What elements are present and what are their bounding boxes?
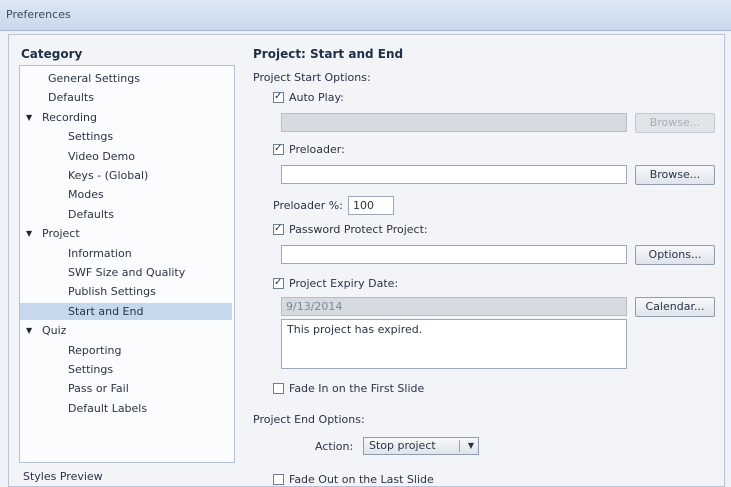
tree-item-label: Pass or Fail xyxy=(68,382,129,396)
preloader-field[interactable] xyxy=(281,165,627,184)
fade-in-label: Fade In on the First Slide xyxy=(289,381,425,395)
end-options-heading: Project End Options: xyxy=(253,413,365,426)
password-checkbox[interactable] xyxy=(273,223,284,235)
password-label: Password Protect Project: xyxy=(289,222,428,236)
fade-out-checkbox[interactable] xyxy=(273,473,284,485)
tree-item[interactable]: Video Demo xyxy=(20,148,232,165)
tree-item[interactable]: Defaults xyxy=(20,206,232,223)
expiry-date-field[interactable] xyxy=(281,297,627,316)
password-option[interactable]: Password Protect Project: xyxy=(273,221,428,237)
tree-item-label: Recording xyxy=(42,110,98,124)
auto-play-option[interactable]: Auto Play: xyxy=(273,89,344,105)
tree-item-label: Quiz xyxy=(42,324,67,338)
tree-item[interactable]: Information xyxy=(20,245,232,262)
preloader-checkbox[interactable] xyxy=(273,143,284,155)
tree-item[interactable]: ▼ Recording xyxy=(20,109,232,126)
calendar-button[interactable]: Calendar... xyxy=(635,297,715,317)
tree-item[interactable]: Defaults xyxy=(20,89,232,106)
tree-item-label: Information xyxy=(68,246,132,260)
tree-item[interactable]: Publish Settings xyxy=(20,283,232,300)
tree-item-label: Reporting xyxy=(68,343,122,357)
category-tree[interactable]: General Settings Defaults ▼ Recording Settin… xyxy=(19,65,235,463)
preloader-label: Preloader: xyxy=(289,142,345,156)
action-select-value: Stop project xyxy=(369,439,436,452)
tree-item[interactable]: Keys - (Global) xyxy=(20,167,232,184)
action-select[interactable]: Stop project ▼ xyxy=(363,437,479,455)
tree-item-label: Defaults xyxy=(68,207,114,221)
preferences-dialog: Category General Settings Defaults ▼ Record… xyxy=(8,34,725,487)
expiry-label: Project Expiry Date: xyxy=(289,276,399,290)
expiry-checkbox[interactable] xyxy=(273,277,284,289)
fade-out-label: Fade Out on the Last Slide xyxy=(289,472,434,486)
fade-in-option[interactable]: Fade In on the First Slide xyxy=(273,380,424,396)
tree-item[interactable]: Default Labels xyxy=(20,400,232,417)
tree-item[interactable]: Settings xyxy=(20,361,232,378)
title-bar: Preferences xyxy=(0,0,731,31)
expand-arrow-icon[interactable]: ▼ xyxy=(26,109,36,126)
password-options-button[interactable]: Options... xyxy=(635,245,715,265)
expand-arrow-icon[interactable]: ▼ xyxy=(26,322,36,339)
tree-item-label: Start and End xyxy=(68,304,144,318)
tree-item-label: Settings xyxy=(68,363,114,376)
preloader-browse-button[interactable]: Browse... xyxy=(635,165,715,185)
fade-in-checkbox[interactable] xyxy=(273,382,284,394)
tree-item-label: Publish Settings xyxy=(68,285,156,299)
tree-item[interactable]: Settings xyxy=(20,128,232,145)
tree-item-label: Defaults xyxy=(48,91,94,105)
tree-item-label: SWF Size and Quality xyxy=(68,266,186,279)
category-panel: Category General Settings Defaults ▼ Record… xyxy=(15,41,237,486)
tree-item-label: Video Demo xyxy=(68,149,135,163)
auto-play-browse-button[interactable]: Browse... xyxy=(635,113,715,133)
action-label: Action: xyxy=(315,440,354,453)
preloader-percent-label: Preloader %: xyxy=(273,199,343,212)
tree-item[interactable]: Modes xyxy=(20,186,232,203)
window-title: Preferences xyxy=(6,8,71,21)
styles-preview-label: Styles Preview xyxy=(23,470,103,483)
auto-play-label: Auto Play: xyxy=(289,90,344,104)
tree-item[interactable]: Pass or Fail xyxy=(20,380,232,397)
chevron-down-icon: ▼ xyxy=(467,441,474,450)
auto-play-checkbox[interactable] xyxy=(273,91,284,103)
expand-arrow-icon[interactable]: ▼ xyxy=(26,225,36,242)
tree-item[interactable]: ▼ Quiz xyxy=(20,322,232,339)
tree-item-label: Default Labels xyxy=(68,401,148,415)
category-heading: Category xyxy=(21,47,83,61)
tree-item-label: Settings xyxy=(68,130,114,144)
settings-panel: Project: Start and End Project Start Opt… xyxy=(245,41,720,486)
preloader-option[interactable]: Preloader: xyxy=(273,141,345,157)
auto-play-field[interactable] xyxy=(281,113,627,132)
tree-item[interactable]: Start and End xyxy=(20,302,232,320)
tree-item-label: Modes xyxy=(68,188,104,202)
tree-item[interactable]: General Settings xyxy=(20,70,232,87)
preloader-percent-field[interactable] xyxy=(348,196,394,215)
expiry-message-field[interactable]: This project has expired. xyxy=(281,319,627,369)
password-field[interactable] xyxy=(281,245,627,264)
tree-item-label: General Settings xyxy=(48,72,140,85)
start-options-heading: Project Start Options: xyxy=(253,71,371,84)
page-title: Project: Start and End xyxy=(253,47,404,61)
tree-item[interactable]: SWF Size and Quality xyxy=(20,264,232,281)
tree-item[interactable]: Reporting xyxy=(20,342,232,359)
tree-item[interactable]: ▼ Project xyxy=(20,225,232,242)
expiry-option[interactable]: Project Expiry Date: xyxy=(273,275,398,291)
tree-item-label: Keys - (Global) xyxy=(68,169,149,182)
tree-item-label: Project xyxy=(42,227,80,241)
